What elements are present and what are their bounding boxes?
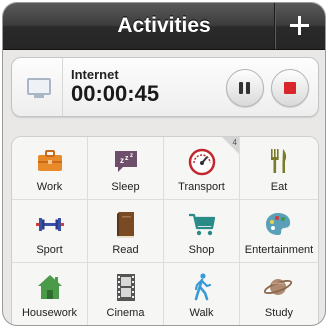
film-strip-icon [117, 274, 135, 301]
planet-icon [263, 279, 293, 295]
svg-text:z: z [120, 156, 124, 165]
activity-sleep[interactable]: z z z Sleep [88, 137, 164, 200]
activity-walk[interactable]: Walk [164, 263, 240, 325]
activity-label: Study [264, 307, 294, 319]
house-icon [38, 275, 62, 299]
svg-text:z: z [125, 155, 129, 162]
app-window: Activities Internet 00:00:45 Work z z z … [3, 3, 325, 325]
walking-person-icon [194, 273, 212, 301]
activity-study[interactable]: Study [240, 263, 318, 325]
sleep-bubble-icon: z z z [115, 151, 137, 172]
activity-grid: Work z z z Sleep Transport 4 Eat Sport R… [11, 136, 319, 325]
count-badge-text: 4 [232, 138, 237, 147]
navbar: Activities [3, 3, 325, 50]
timer-activity-name: Internet [71, 67, 119, 82]
activity-label: Walk [189, 307, 214, 319]
activity-label: Sleep [111, 181, 140, 193]
activity-label: Transport [178, 181, 225, 193]
svg-text:z: z [130, 153, 133, 159]
briefcase-icon [38, 150, 62, 171]
running-timer-card: Internet 00:00:45 [11, 57, 319, 117]
activity-eat[interactable]: Eat [240, 137, 318, 200]
timer-elapsed: 00:00:45 [71, 81, 160, 106]
activity-sport[interactable]: Sport [12, 200, 88, 263]
add-activity-button[interactable] [274, 3, 325, 49]
activity-transport[interactable]: Transport 4 [164, 137, 240, 200]
stop-icon [284, 82, 296, 94]
fork-knife-icon [271, 149, 287, 173]
pause-button[interactable] [226, 69, 264, 107]
activity-label: Shop [188, 244, 215, 256]
timer-activity-icon-box [12, 58, 63, 116]
activity-work[interactable]: Work [12, 137, 88, 200]
dumbbell-icon [36, 218, 64, 231]
activity-label: Housework [21, 307, 78, 319]
stop-button[interactable] [271, 69, 309, 107]
speedometer-icon [188, 148, 216, 176]
activity-label: Cinema [106, 307, 145, 319]
activity-housework[interactable]: Housework [12, 263, 88, 325]
activity-label: Sport [36, 244, 63, 256]
book-icon [117, 212, 134, 238]
activity-label: Work [36, 181, 63, 193]
palette-icon [266, 213, 291, 235]
activity-read[interactable]: Read [88, 200, 164, 263]
activity-label: Entertainment [244, 244, 314, 256]
activity-label: Read [112, 244, 139, 256]
activity-cinema[interactable]: Cinema [88, 263, 164, 325]
activity-shop[interactable]: Shop [164, 200, 240, 263]
shopping-cart-icon [189, 213, 216, 236]
activity-label: Eat [270, 181, 288, 193]
activity-entertainment[interactable]: Entertainment [240, 200, 318, 263]
